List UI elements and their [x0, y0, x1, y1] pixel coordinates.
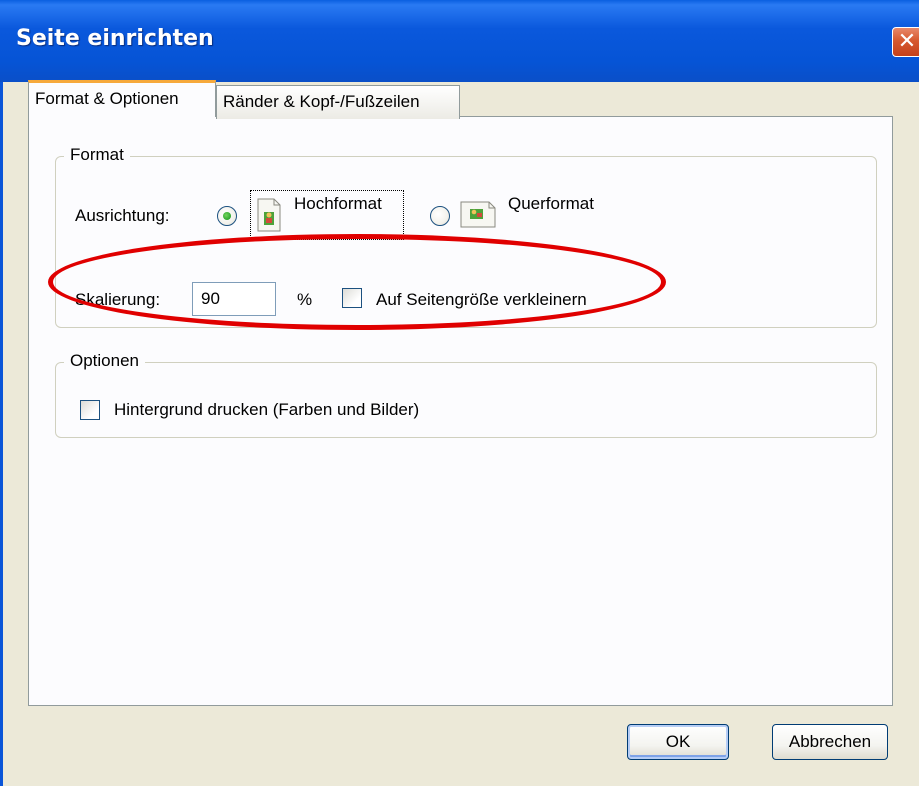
window-frame	[0, 82, 3, 786]
cancel-button[interactable]: Abbrechen	[772, 724, 888, 760]
scaling-input[interactable]: 90	[192, 282, 276, 316]
percent-sign: %	[297, 290, 313, 309]
landscape-page-icon	[460, 201, 496, 228]
scaling-label: Skalierung:	[75, 290, 161, 309]
portrait-page-icon	[257, 198, 281, 232]
ok-button[interactable]: OK	[627, 724, 729, 760]
tab-raender-kopf-fusszeilen[interactable]: Ränder & Kopf-/Fußzeilen	[216, 85, 460, 119]
portrait-label[interactable]: Hochformat	[294, 194, 382, 214]
landscape-radio[interactable]	[430, 206, 450, 226]
radio-selected-dot	[223, 212, 231, 220]
title-bar[interactable]: Seite einrichten ✕	[0, 0, 919, 82]
page-setup-dialog: Seite einrichten ✕ Format & Optionen Rän…	[0, 0, 919, 786]
close-icon[interactable]: ✕	[892, 27, 919, 57]
orientation-label: Ausrichtung:	[75, 206, 170, 225]
print-background-checkbox[interactable]	[80, 400, 100, 420]
options-group-legend: Optionen	[64, 351, 145, 371]
shrink-to-page-label[interactable]: Auf Seitengröße verkleinern	[376, 290, 587, 310]
window-title: Seite einrichten	[16, 26, 214, 51]
shrink-to-page-checkbox[interactable]	[342, 288, 362, 308]
format-group-legend: Format	[64, 145, 130, 165]
tab-format-optionen[interactable]: Format & Optionen	[28, 80, 216, 117]
landscape-label[interactable]: Querformat	[508, 194, 594, 214]
portrait-radio[interactable]	[217, 206, 237, 226]
print-background-label[interactable]: Hintergrund drucken (Farben und Bilder)	[114, 400, 419, 420]
